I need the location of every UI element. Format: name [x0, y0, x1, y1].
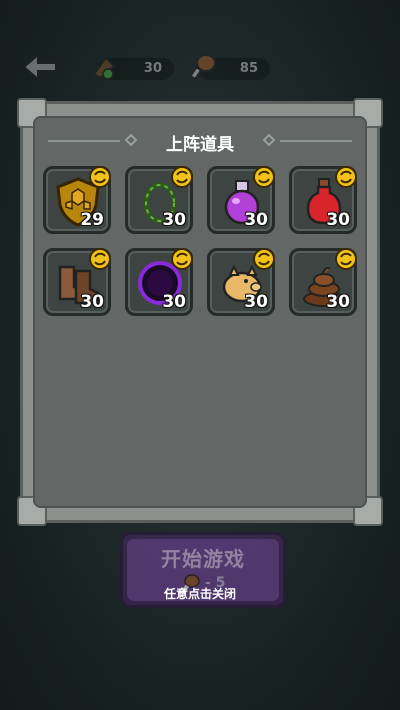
- item-count: 30: [162, 210, 186, 230]
- item-count: 30: [162, 292, 186, 312]
- item-count: 30: [80, 292, 104, 312]
- swap-icon[interactable]: [334, 247, 358, 271]
- item-count: 30: [244, 292, 268, 312]
- item-slot-poop[interactable]: 30: [289, 248, 357, 316]
- swap-icon[interactable]: [334, 165, 358, 189]
- swap-icon[interactable]: [252, 247, 276, 271]
- drumstick-icon: [189, 54, 216, 80]
- meat-icon: [92, 56, 116, 80]
- item-slot-boots[interactable]: 30: [43, 248, 111, 316]
- swap-icon[interactable]: [88, 165, 112, 189]
- swap-icon[interactable]: [170, 247, 194, 271]
- item-slot-purple-potion[interactable]: 30: [207, 166, 275, 234]
- tap-to-close-hint[interactable]: 任意点击关闭: [0, 585, 400, 602]
- item-slot-dark-orb[interactable]: 30: [125, 248, 193, 316]
- panel-title: 上阵道具: [166, 135, 234, 155]
- start-game-label: 开始游戏: [161, 547, 245, 571]
- item-count: 30: [326, 210, 350, 230]
- drumstick-count: 85: [239, 61, 258, 76]
- title-divider-left: [48, 140, 120, 142]
- ornament-icon: [262, 134, 276, 146]
- drumstick-counter: 85: [189, 54, 270, 80]
- item-slot-thorn-ring[interactable]: 30: [125, 166, 193, 234]
- item-slot-piggy-bank[interactable]: 30: [207, 248, 275, 316]
- swap-icon[interactable]: [170, 165, 194, 189]
- item-count: 29: [80, 210, 104, 230]
- item-count: 30: [326, 292, 350, 312]
- swap-icon[interactable]: [252, 165, 276, 189]
- title-divider-right: [280, 140, 352, 142]
- swap-icon[interactable]: [88, 247, 112, 271]
- ornament-icon: [124, 134, 138, 146]
- meat-count: 30: [143, 61, 162, 76]
- meat-counter: 30: [92, 56, 174, 80]
- item-slot-red-potion[interactable]: 30: [289, 166, 357, 234]
- item-count: 30: [244, 210, 268, 230]
- back-arrow-icon[interactable]: [22, 52, 58, 82]
- top-bar: 30 85: [0, 40, 400, 100]
- item-slot-shield[interactable]: 29: [43, 166, 111, 234]
